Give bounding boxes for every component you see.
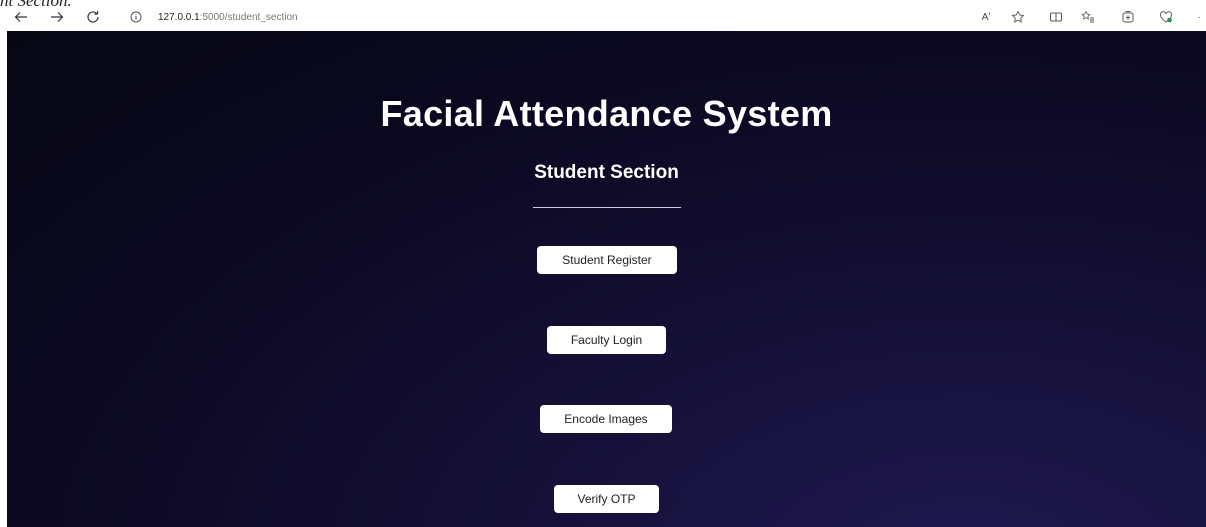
encode-images-button[interactable]: Encode Images: [540, 405, 672, 433]
heading-divider: [533, 207, 681, 208]
student-register-button[interactable]: Student Register: [537, 246, 677, 274]
page-title: Facial Attendance System: [380, 93, 833, 134]
url-host: 127.0.0.1: [158, 11, 200, 23]
back-button[interactable]: [10, 6, 32, 28]
split-screen-icon: [1050, 12, 1062, 22]
extensions-button[interactable]: [1156, 7, 1176, 27]
arrow-right-icon: [51, 12, 64, 22]
address-bar[interactable]: 127.0.0.1:5000/student_section: [116, 6, 1016, 28]
read-aloud-button[interactable]: Aʹ: [976, 7, 996, 27]
verify-otp-button[interactable]: Verify OTP: [554, 485, 659, 513]
url-path: :5000/student_section: [199, 11, 298, 23]
page-content: Facial Attendance System Student Section…: [7, 31, 1206, 527]
forward-button[interactable]: [46, 6, 68, 28]
favorites-button[interactable]: [1078, 7, 1098, 27]
site-info-icon[interactable]: [128, 9, 144, 25]
split-screen-button[interactable]: [1046, 7, 1066, 27]
faculty-login-button[interactable]: Faculty Login: [547, 326, 666, 354]
refresh-icon: [87, 11, 99, 23]
more-icon: ·: [1197, 11, 1201, 23]
favorites-list-icon: [1081, 10, 1094, 23]
heart-pulse-icon: [1160, 11, 1172, 23]
collections-button[interactable]: [1118, 7, 1138, 27]
collections-icon: [1122, 11, 1134, 23]
read-aloud-icon: Aʹ: [981, 11, 991, 23]
favorite-button[interactable]: [1008, 7, 1028, 27]
browser-toolbar: 127.0.0.1:5000/student_section Aʹ ·: [0, 6, 1206, 31]
section-heading: Student Section: [534, 162, 679, 183]
arrow-left-icon: [14, 12, 27, 22]
url-text[interactable]: 127.0.0.1:5000/student_section: [158, 12, 298, 23]
more-menu-button[interactable]: ·: [1192, 7, 1206, 27]
refresh-button[interactable]: [82, 6, 104, 28]
star-icon: [1011, 10, 1025, 23]
